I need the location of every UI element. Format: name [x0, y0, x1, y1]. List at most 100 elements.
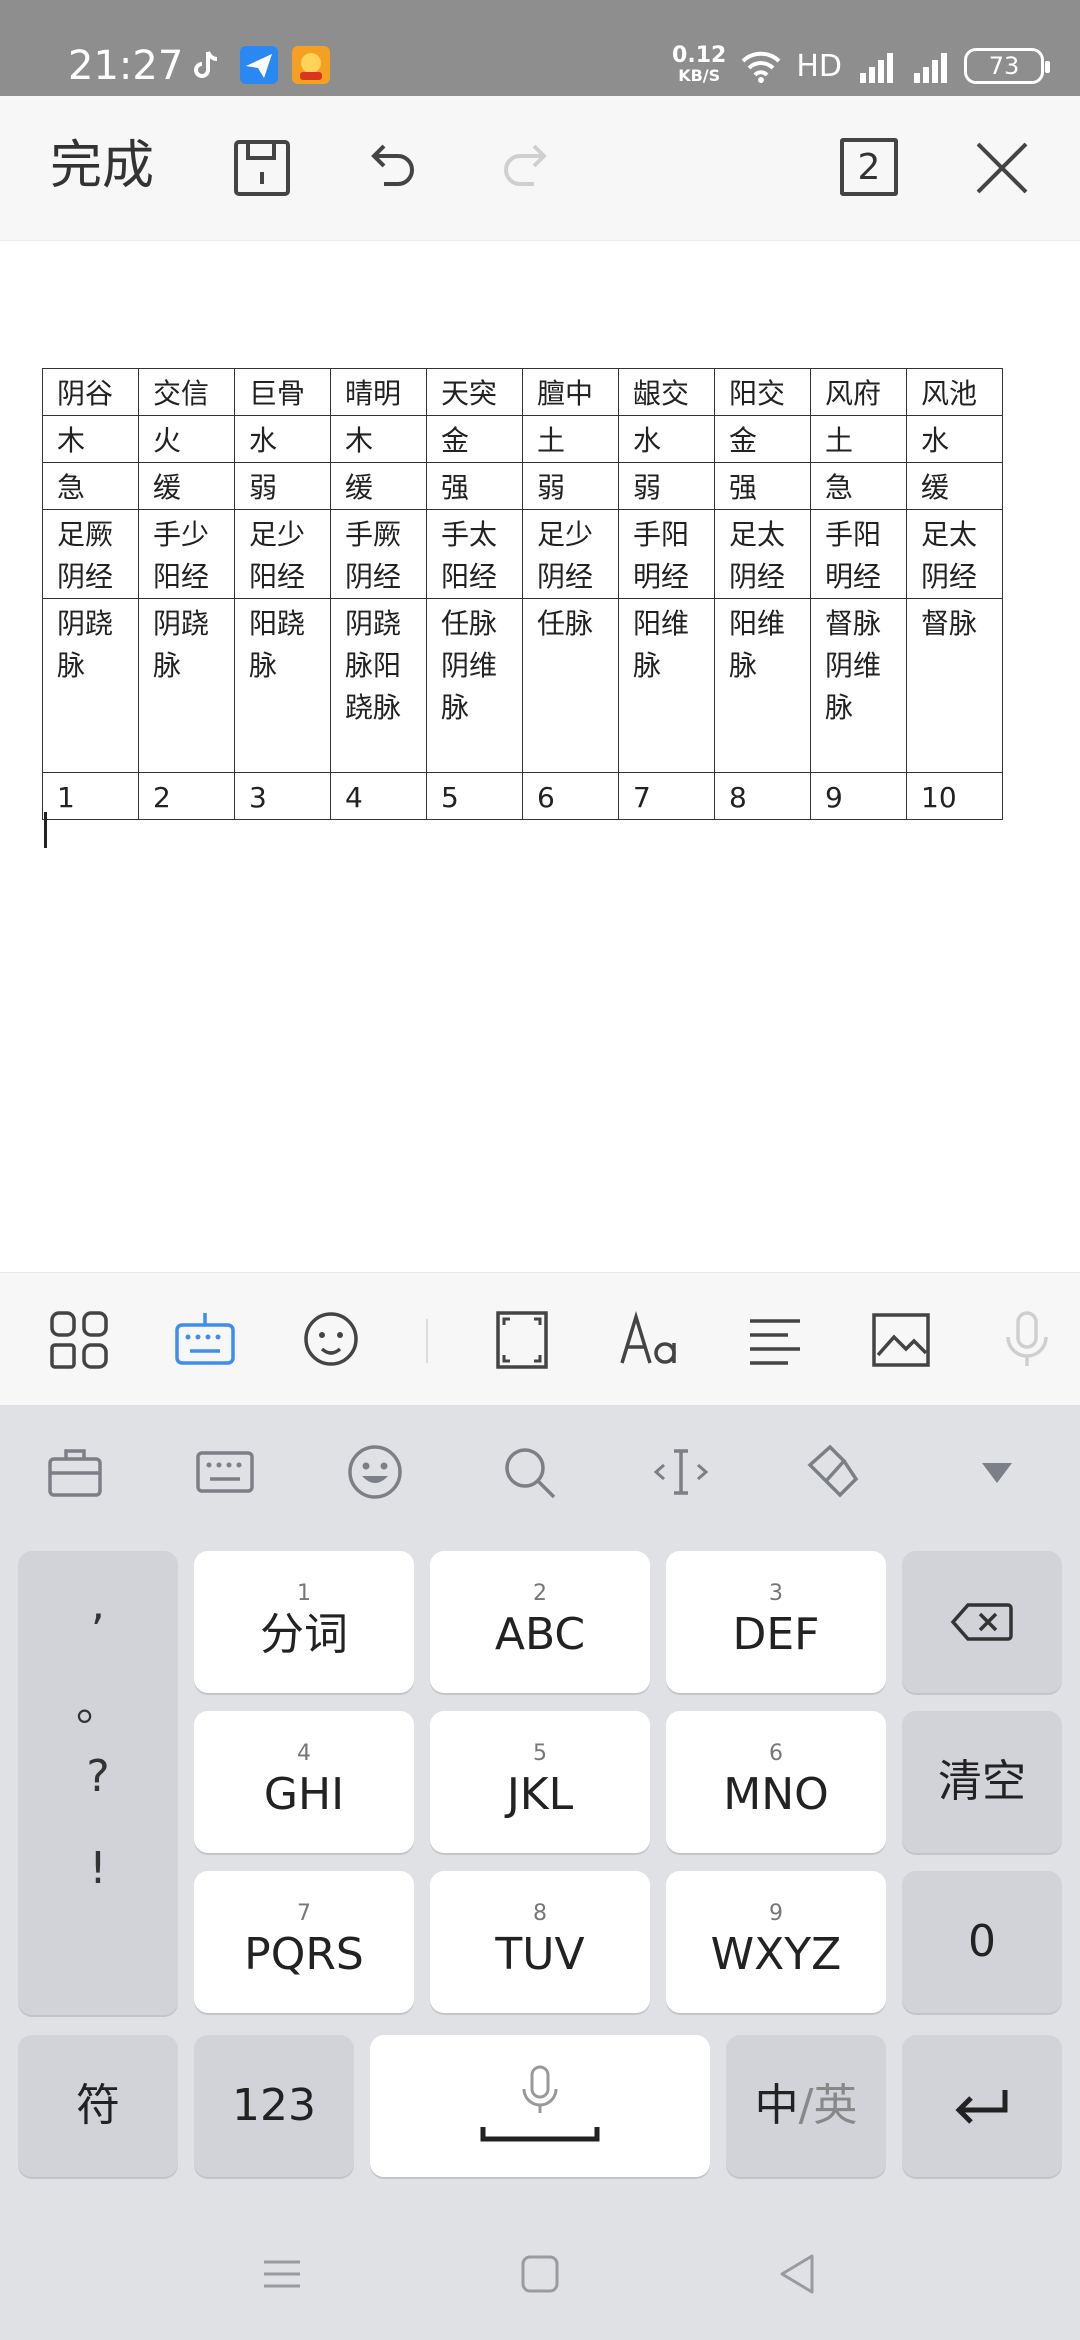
table-cell[interactable]: 急	[42, 462, 139, 510]
table-cell[interactable]: 阴跷脉	[42, 598, 139, 773]
table-cell[interactable]: 1	[42, 772, 139, 820]
table-cell[interactable]: 2	[138, 772, 235, 820]
table-cell[interactable]: 金	[426, 415, 523, 463]
table-cell[interactable]: 5	[426, 772, 523, 820]
table-cell[interactable]: 9	[810, 772, 907, 820]
table-cell[interactable]: 水	[234, 415, 331, 463]
key-2-abc[interactable]: 2 ABC	[430, 1551, 650, 1693]
table-cell[interactable]: 弱	[234, 462, 331, 510]
table-cell[interactable]: 足太阴经	[906, 509, 1003, 599]
table-cell[interactable]: 阴谷	[42, 368, 139, 416]
emoji-icon[interactable]	[300, 1309, 362, 1371]
punct-question[interactable]: ?	[18, 1751, 178, 1802]
table-cell[interactable]: 弱	[618, 462, 715, 510]
key-1-segment[interactable]: 1 分词	[194, 1551, 414, 1693]
key-6-mno[interactable]: 6 MNO	[666, 1711, 886, 1853]
table-cell[interactable]: 交信	[138, 368, 235, 416]
table-cell[interactable]: 足厥阴经	[42, 509, 139, 599]
table-cell[interactable]: 风池	[906, 368, 1003, 416]
table-cell[interactable]: 10	[906, 772, 1003, 820]
back-icon[interactable]	[776, 2252, 820, 2296]
skin-brush-icon[interactable]	[804, 1443, 862, 1501]
table-cell[interactable]: 阳交	[714, 368, 811, 416]
redo-icon[interactable]	[496, 138, 556, 198]
emoji-keyboard-icon[interactable]	[346, 1443, 404, 1501]
table-cell[interactable]: 督脉	[906, 598, 1003, 773]
clear-button[interactable]: 清空	[902, 1711, 1062, 1853]
table-cell[interactable]: 巨骨	[234, 368, 331, 416]
table-cell[interactable]: 土	[522, 415, 619, 463]
table-cell[interactable]: 木	[42, 415, 139, 463]
table-cell[interactable]: 督脉阴维脉	[810, 598, 907, 773]
table-cell[interactable]: 风府	[810, 368, 907, 416]
table-cell[interactable]: 足少阴经	[522, 509, 619, 599]
enter-button[interactable]	[902, 2035, 1062, 2177]
table-cell[interactable]: 足太阴经	[714, 509, 811, 599]
table-cell[interactable]: 阳维脉	[714, 598, 811, 773]
collapse-keyboard-icon[interactable]	[968, 1443, 1026, 1501]
keyboard-layout-icon[interactable]	[196, 1443, 254, 1501]
table-cell[interactable]: 阳维脉	[618, 598, 715, 773]
table-cell[interactable]: 手太阳经	[426, 509, 523, 599]
font-style-icon[interactable]	[618, 1309, 680, 1371]
document-table[interactable]: 阴谷 交信 巨骨 晴明 天突 膻中 龈交 阳交 风府 风池木火水木金土水金土水急缓弱缓强弱弱强急缓…	[42, 368, 1003, 820]
table-cell[interactable]: 土	[810, 415, 907, 463]
table-cell[interactable]: 急	[810, 462, 907, 510]
table-cell[interactable]: 手少阳经	[138, 509, 235, 599]
voice-input-icon[interactable]	[996, 1309, 1058, 1371]
table-cell[interactable]: 强	[714, 462, 811, 510]
paragraph-align-icon[interactable]	[744, 1309, 806, 1371]
table-cell[interactable]: 手厥阴经	[330, 509, 427, 599]
table-cell[interactable]: 天突	[426, 368, 523, 416]
space-bar[interactable]	[370, 2035, 710, 2177]
table-cell[interactable]: 龈交	[618, 368, 715, 416]
toolbox-icon[interactable]	[46, 1443, 104, 1501]
language-toggle-button[interactable]: 中/英	[726, 2035, 886, 2177]
apps-grid-icon[interactable]	[48, 1309, 110, 1371]
numbers-button[interactable]: 123	[194, 2035, 354, 2177]
document-editor[interactable]: 阴谷 交信 巨骨 晴明 天突 膻中 龈交 阳交 风府 风池木火水木金土水金土水急缓弱缓强弱弱强急缓…	[0, 242, 1080, 1272]
symbols-button[interactable]: 符	[18, 2035, 178, 2177]
table-cell[interactable]: 缓	[138, 462, 235, 510]
key-7-pqrs[interactable]: 7 PQRS	[194, 1871, 414, 2013]
table-cell[interactable]: 3	[234, 772, 331, 820]
key-4-ghi[interactable]: 4 GHI	[194, 1711, 414, 1853]
table-cell[interactable]: 强	[426, 462, 523, 510]
table-cell[interactable]: 4	[330, 772, 427, 820]
close-icon[interactable]	[972, 138, 1032, 198]
table-cell[interactable]: 木	[330, 415, 427, 463]
keyboard-icon[interactable]	[174, 1309, 236, 1371]
key-0[interactable]: 0	[902, 1871, 1062, 2013]
undo-icon[interactable]	[362, 138, 422, 198]
table-cell[interactable]: 8	[714, 772, 811, 820]
search-icon[interactable]	[500, 1443, 558, 1501]
done-button[interactable]: 完成	[50, 134, 154, 198]
fullscreen-icon[interactable]	[492, 1309, 554, 1371]
key-3-def[interactable]: 3 DEF	[666, 1551, 886, 1693]
table-cell[interactable]: 任脉	[522, 598, 619, 773]
table-cell[interactable]: 手阳明经	[810, 509, 907, 599]
insert-image-icon[interactable]	[870, 1309, 932, 1371]
key-9-wxyz[interactable]: 9 WXYZ	[666, 1871, 886, 2013]
key-5-jkl[interactable]: 5 JKL	[430, 1711, 650, 1853]
key-8-tuv[interactable]: 8 TUV	[430, 1871, 650, 2013]
table-cell[interactable]: 金	[714, 415, 811, 463]
table-cell[interactable]: 任脉阴维脉	[426, 598, 523, 773]
punct-exclaim[interactable]: !	[18, 1843, 178, 1894]
table-cell[interactable]: 缓	[330, 462, 427, 510]
table-cell[interactable]: 阳跷脉	[234, 598, 331, 773]
table-cell[interactable]: 手阳明经	[618, 509, 715, 599]
page-count-button[interactable]: 2	[840, 138, 898, 196]
table-cell[interactable]: 阴跷脉阳跷脉	[330, 598, 427, 773]
punctuation-column[interactable]: , 。 ? !	[18, 1551, 178, 2015]
cursor-move-icon[interactable]	[652, 1443, 710, 1501]
save-icon[interactable]	[232, 138, 292, 198]
table-cell[interactable]: 膻中	[522, 368, 619, 416]
menu-icon[interactable]	[260, 2252, 304, 2296]
table-cell[interactable]: 火	[138, 415, 235, 463]
table-cell[interactable]: 水	[618, 415, 715, 463]
table-cell[interactable]: 足少阳经	[234, 509, 331, 599]
home-icon[interactable]	[518, 2252, 562, 2296]
table-cell[interactable]: 7	[618, 772, 715, 820]
table-cell[interactable]: 弱	[522, 462, 619, 510]
